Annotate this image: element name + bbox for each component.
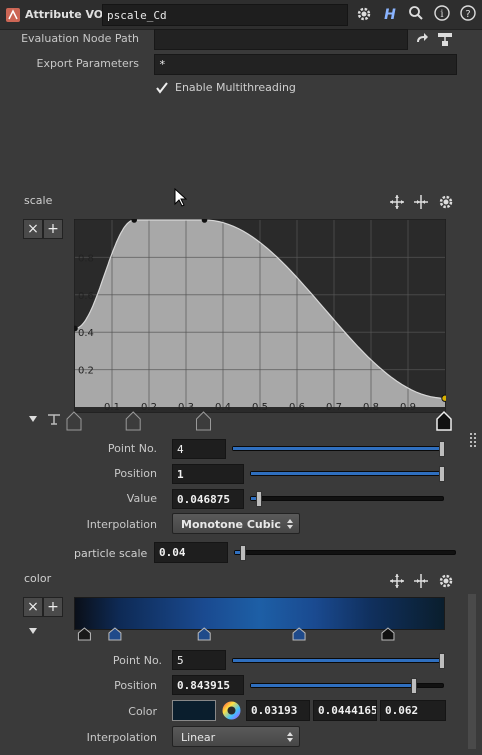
ramp-key-marker[interactable]	[66, 411, 82, 431]
export-params-label: Export Parameters	[36, 57, 139, 70]
svg-text:?: ?	[465, 9, 470, 20]
curve-point	[441, 394, 446, 402]
help-icon[interactable]: ?	[458, 5, 478, 25]
slider-handle[interactable]	[439, 653, 445, 669]
scale-ramp-keys[interactable]	[64, 410, 456, 432]
color-point-no-label: Point No.	[112, 654, 162, 667]
ramp-gear-icon[interactable]	[437, 572, 455, 590]
scale-interp-value: Monotone Cubic	[181, 518, 281, 531]
scale-position-slider[interactable]	[250, 466, 445, 482]
y-tick-label: 0.2	[78, 366, 94, 377]
jump-arrow-icon[interactable]	[414, 31, 432, 49]
ramp-key-marker[interactable]	[436, 410, 452, 431]
y-tick-label: 0.4	[78, 328, 94, 339]
color-b-field[interactable]: 0.062	[380, 700, 446, 721]
scale-ramp-title: scale	[24, 194, 53, 207]
color-swatch[interactable]	[172, 700, 216, 721]
scale-ramp-chart[interactable]: 0.1 0.2 0.3 0.4 0.5 0.6 0.7 0.8 0.90.20.40.60.8	[74, 219, 446, 413]
eval-node-path-field[interactable]	[154, 29, 408, 50]
ramp-key-marker[interactable]	[196, 411, 211, 431]
vop-node-icon	[6, 8, 20, 22]
collapse-arrow-icon[interactable]	[28, 414, 38, 424]
slider-handle[interactable]	[256, 491, 262, 507]
color-wheel-icon[interactable]	[221, 700, 242, 721]
node-chooser-icon[interactable]	[436, 30, 456, 50]
color-ramp-keys[interactable]	[74, 626, 446, 642]
gear-icon[interactable]	[354, 5, 374, 25]
color-point-no-field[interactable]: 5	[172, 650, 226, 670]
scale-point-no-field[interactable]: 4	[172, 439, 226, 459]
scale-interp-label: Interpolation	[86, 518, 157, 531]
color-position-field[interactable]: 0.843915	[172, 675, 244, 695]
color-key-marker[interactable]	[292, 627, 306, 641]
node-type-label: Attribute VOP	[25, 8, 112, 21]
houdini-help-icon[interactable]: H	[380, 5, 400, 25]
scale-point-no-label: Point No.	[107, 442, 157, 455]
color-position-slider[interactable]	[250, 678, 444, 694]
color-r-field[interactable]: 0.03193	[246, 700, 310, 721]
ramp-gear-icon[interactable]	[437, 193, 455, 211]
particle-scale-label: particle scale	[74, 547, 148, 560]
color-key-marker[interactable]	[197, 627, 211, 641]
color-g-field[interactable]: 0.0444165	[313, 700, 377, 721]
color-key-marker[interactable]	[108, 627, 122, 641]
scale-value-slider[interactable]	[250, 491, 444, 507]
snap-icon[interactable]	[413, 573, 429, 589]
snap-icon[interactable]	[413, 194, 429, 210]
color-interp-label: Interpolation	[86, 731, 157, 744]
scale-interp-dropdown[interactable]: Monotone Cubic	[172, 513, 300, 534]
color-ramp-title: color	[24, 572, 52, 585]
color-interp-dropdown[interactable]: Linear	[172, 726, 300, 747]
svg-text:i: i	[440, 9, 443, 20]
y-tick-label: 0.8	[78, 253, 94, 264]
scrollbar[interactable]	[468, 594, 476, 749]
scale-value-label: Value	[126, 492, 157, 505]
updown-arrow-icon	[287, 732, 293, 742]
slider-handle[interactable]	[240, 545, 246, 561]
ramp-tools-icon[interactable]	[47, 412, 61, 426]
scale-value-field[interactable]: 0.046875	[172, 489, 244, 509]
scale-position-label: Position	[114, 467, 157, 480]
scale-position-field[interactable]: 1	[172, 464, 244, 484]
color-interp-value: Linear	[181, 731, 216, 744]
export-params-field[interactable]: *	[154, 54, 457, 75]
panel-splitter-handle[interactable]	[469, 432, 479, 448]
slider-handle[interactable]	[411, 678, 417, 694]
add-point-button[interactable]: +	[43, 597, 63, 617]
particle-scale-field[interactable]: 0.04	[154, 542, 228, 563]
mouse-cursor-icon	[174, 188, 188, 207]
remove-point-button[interactable]: ×	[23, 219, 43, 239]
color-key-marker[interactable]	[381, 627, 395, 641]
search-icon[interactable]	[406, 5, 426, 25]
updown-arrow-icon	[287, 519, 293, 529]
node-name-field[interactable]: pscale_Cd	[102, 4, 348, 26]
ramp-key-marker[interactable]	[125, 411, 141, 431]
slider-handle[interactable]	[439, 441, 445, 457]
collapse-arrow-icon[interactable]	[28, 626, 38, 636]
color-label: Color	[128, 705, 157, 718]
particle-scale-slider[interactable]	[234, 545, 456, 561]
info-icon[interactable]: i	[432, 5, 452, 25]
move-icon[interactable]	[389, 194, 405, 210]
add-point-button[interactable]: +	[43, 219, 63, 239]
eval-node-path-label: Evaluation Node Path	[21, 32, 139, 45]
multithreading-label: Enable Multithreading	[175, 81, 296, 94]
color-position-label: Position	[114, 679, 157, 692]
title-bar: Attribute VOP pscale_Cd H i ?	[0, 0, 482, 30]
scale-point-no-slider[interactable]	[232, 441, 445, 457]
y-tick-label: 0.6	[78, 291, 94, 302]
color-point-no-slider[interactable]	[232, 653, 445, 669]
color-key-marker[interactable]	[77, 627, 91, 641]
multithreading-checkbox[interactable]	[155, 81, 169, 95]
remove-point-button[interactable]: ×	[23, 597, 43, 617]
move-icon[interactable]	[389, 573, 405, 589]
slider-handle[interactable]	[439, 466, 445, 482]
